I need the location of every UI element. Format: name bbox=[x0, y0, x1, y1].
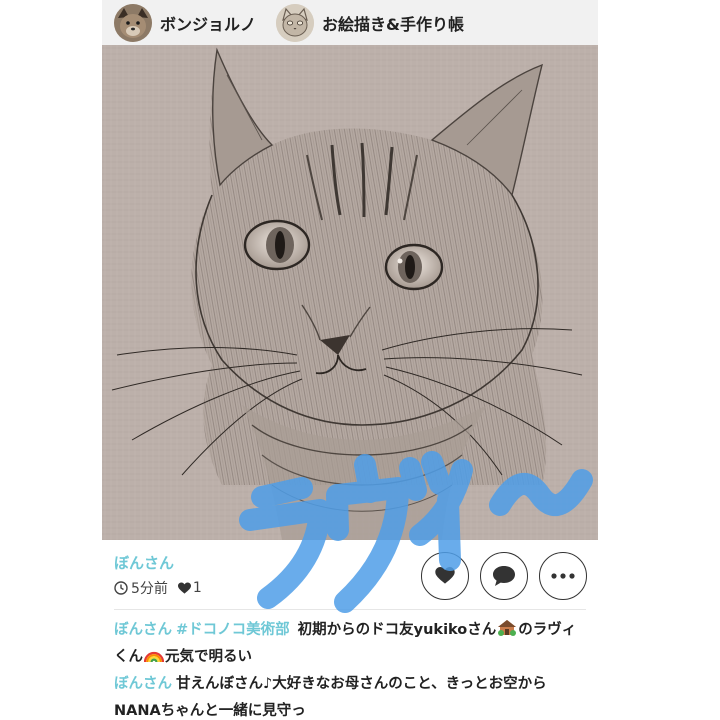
comment-text-part: 元気で明るい bbox=[165, 649, 252, 665]
more-options-button[interactable] bbox=[539, 552, 587, 600]
post-time: 5分前 bbox=[131, 581, 168, 597]
comment-author[interactable]: ぼんさん bbox=[114, 622, 172, 638]
ellipsis-icon bbox=[551, 573, 575, 579]
caption-comment: ぼんさん #ドコノコ美術部 初期からのドコ友yukikoさん のラヴィくん 元気で明… bbox=[114, 617, 590, 671]
crumb-label: お絵描き&手作り帳 bbox=[322, 14, 464, 34]
like-count: 1 bbox=[192, 580, 202, 596]
crumb-dog[interactable]: ボンジョルノ bbox=[114, 0, 256, 45]
post-meta: 5分前 1 bbox=[114, 578, 202, 598]
heart-icon bbox=[177, 581, 191, 594]
hashtag-link[interactable]: #ドコノコ美術部 bbox=[176, 622, 290, 638]
post-card: ボンジョルノ お絵描き&手作り帳 ぼんさん 5分前 1 ぼんさん #ドコノコ美術… bbox=[102, 0, 598, 720]
crumb-album[interactable]: お絵描き&手作り帳 bbox=[276, 0, 464, 45]
crumb-label: ボンジョルノ bbox=[160, 14, 257, 34]
post-photo[interactable] bbox=[102, 45, 598, 540]
speech-bubble-icon bbox=[493, 566, 515, 586]
house-with-garden-icon bbox=[498, 620, 517, 636]
heart-icon bbox=[435, 567, 455, 584]
comment-text-part: 初期からのドコ友yukikoさん bbox=[297, 622, 497, 638]
like-button[interactable] bbox=[421, 552, 469, 600]
comment-text: 甘えんぼさん♪大好きなお母さんのこと、きっとお空からNANAちゃんと一緒に見守っ bbox=[114, 676, 547, 719]
comment: ぼんさん 甘えんぼさん♪大好きなお母さんのこと、きっとお空からNANAちゃんと一緒… bbox=[114, 671, 590, 720]
comment-author[interactable]: ぼんさん bbox=[114, 676, 172, 692]
clock-icon bbox=[114, 581, 128, 595]
cat-sketch-avatar[interactable] bbox=[276, 3, 315, 42]
post-meta-row: ぼんさん 5分前 1 bbox=[102, 540, 598, 605]
cat-pencil-drawing bbox=[102, 45, 598, 540]
comment-button[interactable] bbox=[480, 552, 528, 600]
dog-avatar[interactable] bbox=[114, 3, 152, 42]
divider bbox=[114, 609, 586, 610]
post-author-name[interactable]: ぼんさん bbox=[114, 552, 174, 573]
rainbow-icon bbox=[144, 651, 164, 663]
post-header: ボンジョルノ お絵描き&手作り帳 bbox=[102, 0, 598, 45]
